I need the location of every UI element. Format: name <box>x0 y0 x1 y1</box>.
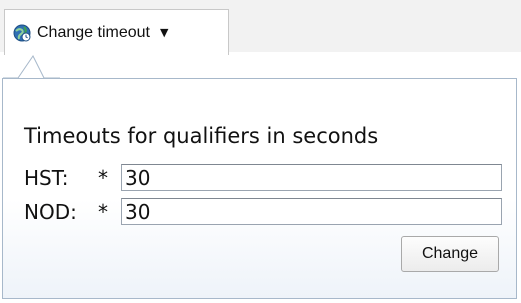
panel-pointer <box>2 55 60 79</box>
change-timeout-dropdown[interactable]: Change timeout ▼ <box>4 9 229 55</box>
nod-label: NOD: <box>24 200 77 224</box>
change-button[interactable]: Change <box>401 236 499 272</box>
hst-required-mark: * <box>98 166 108 190</box>
nod-timeout-input[interactable] <box>121 198 502 225</box>
dropdown-label: Change timeout <box>37 23 150 41</box>
hst-label: HST: <box>24 166 69 190</box>
hst-timeout-input[interactable] <box>121 164 502 191</box>
panel-title: Timeouts for qualifiers in seconds <box>24 124 379 148</box>
timeout-globe-icon <box>13 24 31 42</box>
nod-required-mark: * <box>98 200 108 224</box>
chevron-down-icon: ▼ <box>159 26 169 39</box>
